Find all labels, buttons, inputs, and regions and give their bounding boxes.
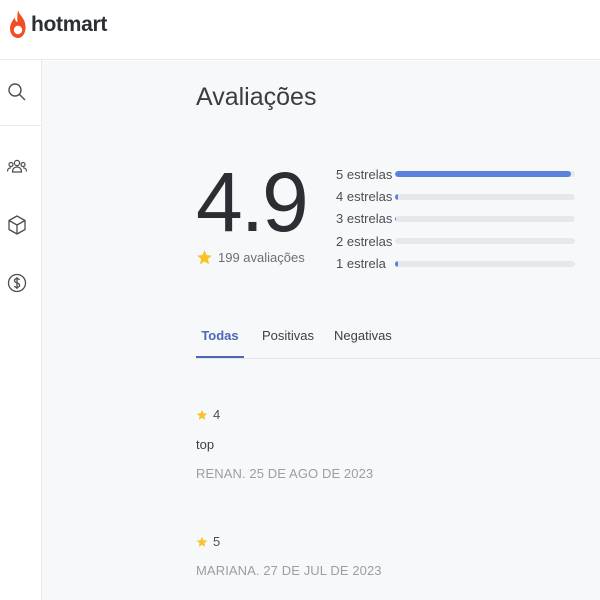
ratings-count-label: 199 avaliações xyxy=(218,250,305,265)
hotmart-logo[interactable]: hotmart xyxy=(8,9,107,41)
distribution-row-5: 5 estrelas xyxy=(336,163,576,185)
distribution-bar xyxy=(395,171,575,178)
distribution-bar xyxy=(395,260,575,267)
sidebar-divider xyxy=(0,125,42,126)
box-icon[interactable] xyxy=(5,213,29,237)
distribution-label: 2 estrelas xyxy=(336,233,393,249)
review-rating-value: 5 xyxy=(213,534,221,549)
review-tabs: Todas Positivas Negativas xyxy=(196,321,600,359)
distribution-bar-fill xyxy=(395,193,398,200)
distribution-bar xyxy=(395,215,575,222)
review-item: 5 MARIANA. 27 DE JUL DE 2023 xyxy=(196,534,382,578)
dollar-icon[interactable] xyxy=(5,271,29,295)
ratings-count: 199 avaliações xyxy=(196,249,305,266)
distribution-bar-fill xyxy=(395,171,572,178)
average-rating: 4.9 xyxy=(196,155,309,249)
star-icon xyxy=(197,250,212,265)
tab-todas[interactable]: Todas xyxy=(196,321,244,358)
tab-negativas[interactable]: Negativas xyxy=(334,321,392,358)
sidebar xyxy=(0,60,42,600)
review-rating-value: 4 xyxy=(213,407,221,422)
review-author-date: MARIANA. 27 DE JUL DE 2023 xyxy=(196,563,382,578)
rating-distribution: 5 estrelas 4 estrelas 3 estrelas 2 estre… xyxy=(336,163,576,275)
distribution-bar xyxy=(395,238,575,245)
review-text: top xyxy=(196,437,215,452)
distribution-row-3: 3 estrelas xyxy=(336,208,576,230)
review-rating: 5 xyxy=(196,534,382,549)
distribution-label: 1 estrela xyxy=(336,256,386,272)
search-icon[interactable] xyxy=(5,80,29,104)
main-content: Avaliações 4.9 199 avaliações 5 estrelas… xyxy=(42,61,600,600)
distribution-bar xyxy=(395,193,575,200)
top-bar: hotmart xyxy=(0,0,600,60)
star-icon xyxy=(196,409,208,420)
review-author-date: RENAN. 25 DE AGO DE 2023 xyxy=(196,466,374,481)
distribution-label: 3 estrelas xyxy=(336,211,393,227)
tab-positivas[interactable]: Positivas xyxy=(262,321,314,358)
distribution-bar-fill xyxy=(395,260,398,267)
distribution-row-2: 2 estrelas xyxy=(336,230,576,252)
distribution-bar-fill xyxy=(395,215,396,222)
page-title: Avaliações xyxy=(196,83,317,111)
star-icon xyxy=(196,536,208,547)
distribution-row-1: 1 estrela xyxy=(336,253,576,275)
brand-name: hotmart xyxy=(31,13,108,36)
distribution-label: 4 estrelas xyxy=(336,189,393,205)
distribution-row-4: 4 estrelas xyxy=(336,185,576,207)
users-icon[interactable] xyxy=(5,155,29,179)
flame-icon xyxy=(10,10,26,38)
review-item: 4 top RENAN. 25 DE AGO DE 2023 xyxy=(196,407,373,481)
distribution-label: 5 estrelas xyxy=(336,166,393,182)
review-rating: 4 xyxy=(196,407,373,422)
